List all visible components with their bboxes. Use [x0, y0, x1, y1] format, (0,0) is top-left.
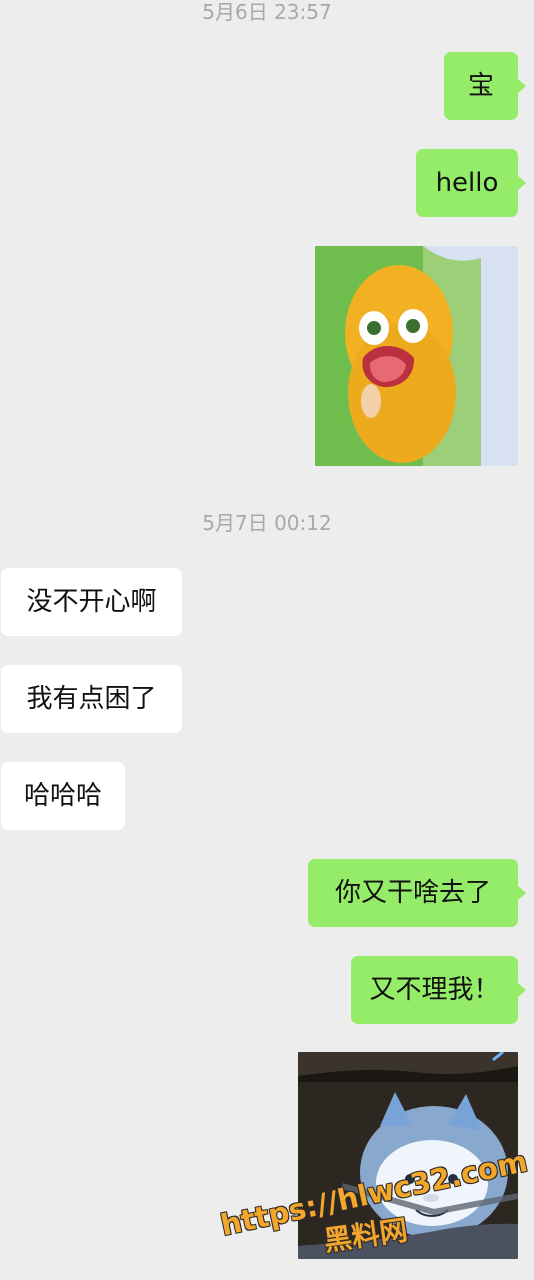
message-text-bao: 宝: [467, 71, 494, 101]
sticker-image-yellow-character[interactable]: [315, 246, 518, 466]
message-text-hello: hello: [435, 168, 499, 198]
message-text-ignoring-me: 又不理我！: [369, 975, 500, 1005]
message-bubble-sleepy[interactable]: 我有点困了: [1, 665, 182, 733]
sticker-illustration-yellow-character: [315, 246, 518, 466]
message-bubble-where-did-you-go[interactable]: 你又干啥去了: [308, 859, 526, 927]
message-text-laugh: 哈哈哈: [23, 781, 102, 811]
message-bubble-ignoring-me[interactable]: 又不理我！: [351, 956, 526, 1024]
message-bubble-laugh[interactable]: 哈哈哈: [1, 762, 125, 830]
sticker-illustration-blue-cat: [298, 1052, 518, 1259]
message-text-not-unhappy: 没不开心啊: [26, 587, 157, 617]
timestamp-may-6: 5月6日 23:57: [202, 0, 332, 24]
message-bubble-not-unhappy[interactable]: 没不开心啊: [1, 568, 182, 636]
sticker-image-blue-cat[interactable]: [298, 1052, 518, 1259]
timestamp-may-7: 5月7日 00:12: [202, 511, 332, 535]
message-text-sleepy: 我有点困了: [26, 684, 157, 714]
message-bubble-bao[interactable]: 宝: [444, 52, 526, 120]
message-text-where-did-you-go: 你又干啥去了: [334, 878, 491, 908]
message-bubble-hello[interactable]: hello: [416, 149, 526, 217]
